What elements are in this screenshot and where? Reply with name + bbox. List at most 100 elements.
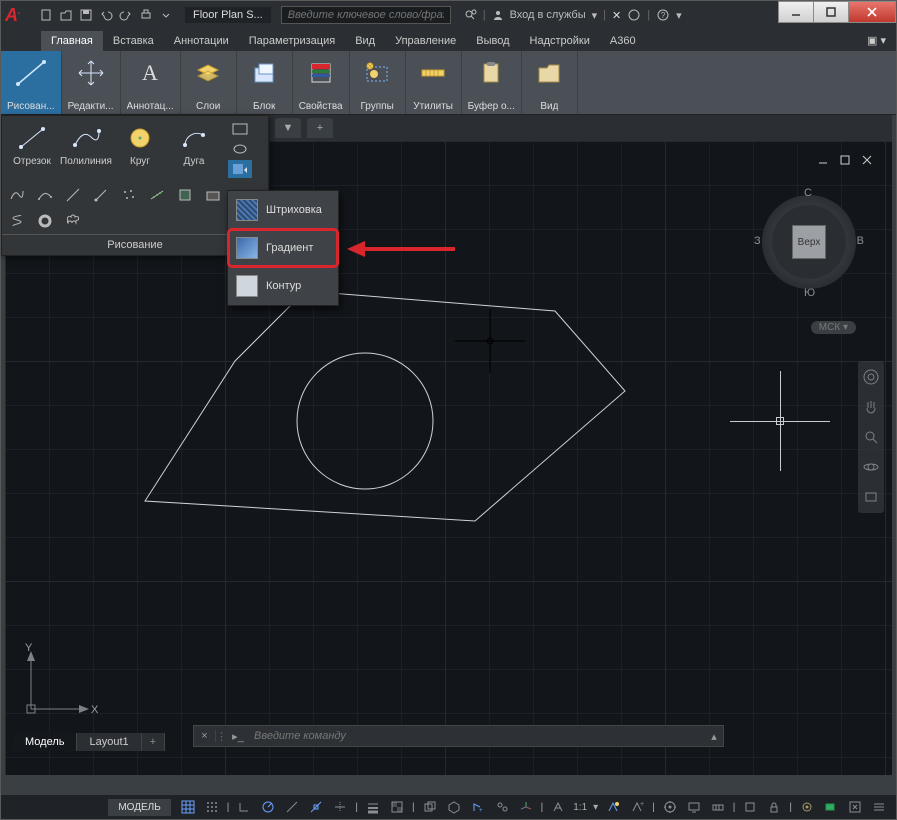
search-box[interactable] <box>281 6 451 24</box>
workspace-icon[interactable] <box>659 797 681 817</box>
panel-layers[interactable]: Слои <box>181 51 237 114</box>
quickprops-icon[interactable] <box>739 797 761 817</box>
panel-block[interactable]: Блок <box>237 51 293 114</box>
app-logo[interactable]: A. <box>5 4 33 26</box>
donut-icon[interactable] <box>36 212 54 230</box>
pan-icon[interactable] <box>861 397 881 417</box>
cmdline-history-icon[interactable]: ▴ <box>705 730 723 743</box>
vp-close-icon[interactable] <box>860 153 874 167</box>
panel-properties[interactable]: Свойства <box>293 51 350 114</box>
tab-home[interactable]: Главная <box>41 31 103 51</box>
maximize-button[interactable] <box>813 1 849 23</box>
osnap-toggle-icon[interactable] <box>305 797 327 817</box>
panel-view[interactable]: Вид <box>522 51 578 114</box>
spline-fit-icon[interactable] <box>8 186 26 204</box>
otrack-icon[interactable] <box>329 797 351 817</box>
file-tab-new[interactable]: + <box>307 118 333 138</box>
tab-add[interactable]: + <box>142 733 165 751</box>
cleanscreen-icon[interactable] <box>844 797 866 817</box>
lockui-icon[interactable] <box>763 797 785 817</box>
tool-polyline[interactable]: Полилиния <box>60 122 112 176</box>
tab-parametric[interactable]: Параметризация <box>239 31 345 51</box>
flyout-boundary[interactable]: Контур <box>228 267 338 305</box>
tab-model[interactable]: Модель <box>13 733 77 751</box>
tab-addins[interactable]: Надстройки <box>520 31 600 51</box>
full-nav-wheel-icon[interactable] <box>861 367 881 387</box>
viewcube-north[interactable]: С <box>804 187 812 199</box>
panel-draw[interactable]: Рисован... <box>1 51 62 114</box>
selection-filter-icon[interactable] <box>491 797 513 817</box>
selection-cycling-icon[interactable] <box>419 797 441 817</box>
showmotion-icon[interactable] <box>861 487 881 507</box>
signin-dropdown-icon[interactable]: ▾ <box>592 9 598 22</box>
zoom-extents-icon[interactable] <box>861 427 881 447</box>
exchange-icon[interactable]: ✕ <box>612 9 621 22</box>
annovisibility-icon[interactable] <box>602 797 624 817</box>
tool-circle[interactable]: Круг <box>114 122 166 176</box>
viewcube-east[interactable]: В <box>857 235 864 247</box>
tab-layout1[interactable]: Layout1 <box>77 733 141 751</box>
autoadd-scale-icon[interactable]: + <box>626 797 648 817</box>
vp-minimize-icon[interactable] <box>816 153 830 167</box>
cmdline-close-icon[interactable]: × <box>194 730 216 742</box>
tab-a360[interactable]: A360 <box>600 31 646 51</box>
customize-icon[interactable] <box>868 797 890 817</box>
ellipse-icon[interactable] <box>228 140 252 158</box>
xline-icon[interactable] <box>64 186 82 204</box>
tab-annotate[interactable]: Аннотации <box>164 31 239 51</box>
divide-icon[interactable] <box>148 186 166 204</box>
panel-annotation[interactable]: A Аннотац... <box>121 51 181 114</box>
viewcube[interactable]: Верх С Ю З В <box>754 187 864 297</box>
wcs-badge[interactable]: МСК ▾ <box>811 321 856 334</box>
print-icon[interactable] <box>137 6 155 24</box>
qat-dropdown-icon[interactable] <box>157 6 175 24</box>
dynamic-ucs-icon[interactable]: + <box>467 797 489 817</box>
new-icon[interactable] <box>37 6 55 24</box>
panel-groups[interactable]: Группы <box>350 51 406 114</box>
redo-icon[interactable] <box>117 6 135 24</box>
viewcube-south[interactable]: Ю <box>804 287 815 299</box>
vp-maximize-icon[interactable] <box>838 153 852 167</box>
status-modelspace[interactable]: МОДЕЛЬ <box>108 799 170 816</box>
tool-line[interactable]: Отрезок <box>6 122 58 176</box>
spline-cv-icon[interactable] <box>36 186 54 204</box>
search-icon[interactable] <box>463 8 477 22</box>
open-icon[interactable] <box>57 6 75 24</box>
user-icon[interactable] <box>492 9 504 21</box>
hardware-accel-icon[interactable] <box>820 797 842 817</box>
flyout-hatch[interactable]: Штриховка <box>228 191 338 229</box>
orbit-icon[interactable] <box>861 457 881 477</box>
cmdline-input[interactable]: Введите команду <box>250 730 705 742</box>
viewcube-top-face[interactable]: Верх <box>792 225 826 259</box>
lineweight-icon[interactable] <box>362 797 384 817</box>
status-scale[interactable]: 1:1 <box>571 802 589 813</box>
ribbon-focus-icon[interactable]: ▣ ▾ <box>857 30 896 51</box>
command-line[interactable]: × ⋮ ▸_ Введите команду ▴ <box>193 725 724 747</box>
save-icon[interactable] <box>77 6 95 24</box>
rectangle-icon[interactable] <box>228 120 252 138</box>
3dosnap-icon[interactable] <box>443 797 465 817</box>
search-input[interactable] <box>281 6 451 24</box>
panel-utilities[interactable]: Утилиты <box>406 51 462 114</box>
a360-icon[interactable] <box>627 8 641 22</box>
ray-icon[interactable] <box>92 186 110 204</box>
annoscale-icon[interactable] <box>547 797 569 817</box>
region-icon[interactable] <box>176 186 194 204</box>
point-multi-icon[interactable] <box>120 186 138 204</box>
tab-insert[interactable]: Вставка <box>103 31 164 51</box>
tab-output[interactable]: Вывод <box>466 31 519 51</box>
panel-modify[interactable]: Редакти... <box>62 51 121 114</box>
revcloud-icon[interactable] <box>64 212 82 230</box>
gizmo-icon[interactable] <box>515 797 537 817</box>
file-tab-home-icon[interactable]: ▼ <box>275 118 301 138</box>
tab-view[interactable]: Вид <box>345 31 385 51</box>
help-icon[interactable]: ? <box>656 8 670 22</box>
transparency-icon[interactable] <box>386 797 408 817</box>
panel-clipboard[interactable]: Буфер о... <box>462 51 522 114</box>
polar-toggle-icon[interactable] <box>257 797 279 817</box>
signin-label[interactable]: Вход в службы <box>510 9 586 21</box>
isodraft-icon[interactable] <box>281 797 303 817</box>
close-button[interactable] <box>848 1 896 23</box>
hatch-split-icon[interactable] <box>228 160 252 178</box>
annomonitor-icon[interactable] <box>683 797 705 817</box>
